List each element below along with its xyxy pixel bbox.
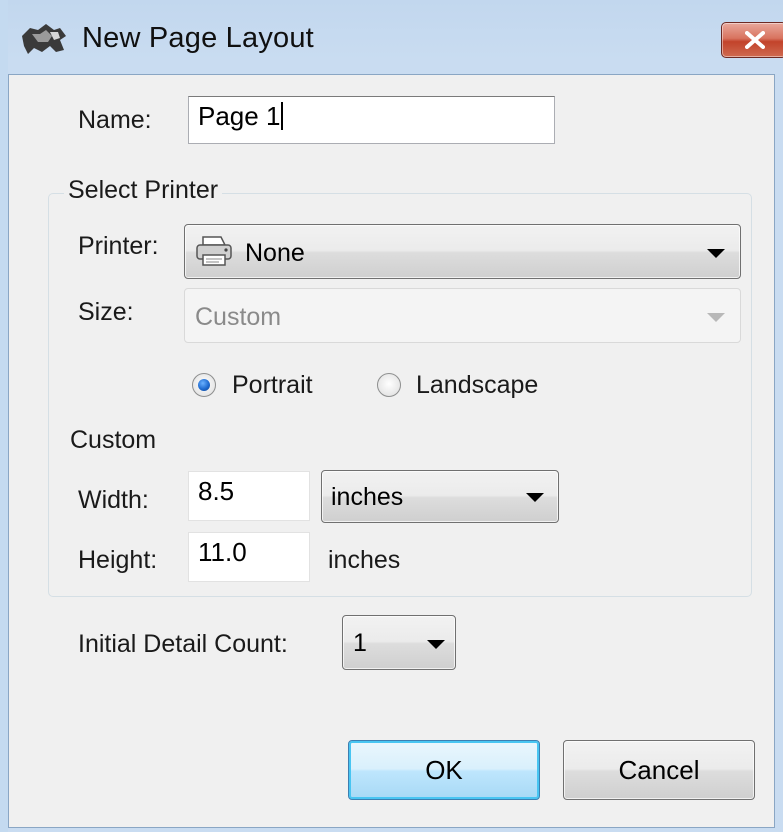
height-value: 11.0 (198, 537, 247, 567)
initial-detail-count-label: Initial Detail Count: (78, 630, 288, 658)
cancel-button-label: Cancel (618, 755, 700, 785)
detail-count-dropdown[interactable]: 1 (342, 615, 456, 670)
select-printer-title: Select Printer (64, 176, 223, 205)
ok-button[interactable]: OK (348, 740, 540, 800)
window-title: New Page Layout (82, 22, 314, 54)
chevron-down-icon (526, 493, 544, 502)
height-input[interactable]: 11.0 (188, 532, 310, 582)
height-label: Height: (78, 546, 158, 574)
chevron-down-icon (707, 313, 725, 322)
cancel-button[interactable]: Cancel (563, 740, 755, 800)
height-unit-label: inches (328, 546, 401, 574)
detail-count-value: 1 (353, 629, 367, 657)
radio-selected-dot (198, 379, 210, 391)
printer-icon (195, 235, 233, 274)
width-value: 8.5 (198, 476, 235, 506)
name-label: Name: (78, 106, 152, 134)
width-label: Width: (78, 486, 149, 514)
width-input[interactable]: 8.5 (188, 471, 310, 521)
close-button[interactable] (721, 22, 783, 58)
width-unit-value: inches (331, 483, 404, 511)
title-bar[interactable]: New Page Layout (8, 0, 783, 74)
printer-value: None (245, 239, 305, 267)
name-input[interactable]: Page 1 (188, 96, 555, 144)
landscape-radio[interactable] (377, 373, 401, 397)
portrait-label[interactable]: Portrait (232, 371, 313, 400)
width-unit-dropdown[interactable]: inches (321, 470, 559, 523)
chevron-down-icon (707, 249, 725, 258)
landscape-label[interactable]: Landscape (416, 371, 538, 400)
ok-button-label: OK (425, 755, 463, 785)
chevron-down-icon (427, 640, 445, 649)
printer-label: Printer: (78, 232, 159, 260)
text-caret (281, 102, 284, 130)
dialog-window: New Page Layout Name: Page 1 Select Prin… (0, 0, 783, 832)
rhino-app-icon (20, 22, 68, 58)
size-value: Custom (195, 303, 282, 331)
portrait-radio[interactable] (192, 373, 216, 397)
size-dropdown[interactable]: Custom (184, 288, 741, 343)
printer-dropdown[interactable]: None (184, 224, 741, 279)
name-value: Page 1 (198, 101, 281, 131)
custom-section-label: Custom (70, 426, 157, 454)
size-label: Size: (78, 298, 134, 326)
close-icon (745, 31, 765, 49)
